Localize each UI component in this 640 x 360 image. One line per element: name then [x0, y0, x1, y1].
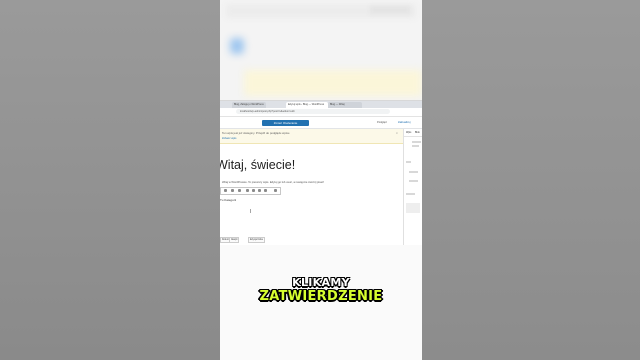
preview-button[interactable]: Podgląd	[377, 120, 387, 126]
align-icon[interactable]	[238, 189, 241, 192]
caption-line-2: ZATWIERDZENIE	[259, 289, 383, 304]
tab-block[interactable]: Blok	[415, 131, 420, 134]
italic-icon[interactable]	[252, 189, 255, 192]
link-icon[interactable]	[258, 189, 261, 192]
blurred-top-region	[220, 0, 422, 100]
tab-post[interactable]: Wpis	[406, 131, 411, 134]
notice-link[interactable]: Zobacz wpis	[222, 137, 236, 140]
breadcrumb: Dokument Akapit Edycja bloku	[220, 236, 403, 243]
notice-text: Ten wpis jest już dostępny. Przejdź do p…	[222, 131, 291, 135]
address-bar: localhost/wp-admin/post.php?post=1&actio…	[220, 108, 422, 117]
browser-window: Blog, Zaloguj o WordPress Edytuj wpis ‹ …	[220, 100, 422, 246]
blurred-background-left	[0, 0, 220, 360]
text-cursor-icon: I	[250, 209, 252, 215]
caption-line-1: KLIKAMY	[292, 276, 350, 289]
update-button[interactable]: Zaktualizuj	[398, 120, 410, 126]
close-icon[interactable]: ×	[396, 131, 398, 135]
toolbar-primary-button[interactable]: Zmień Otwieranie	[262, 120, 309, 126]
settings-sidebar: Wpis Blok	[403, 129, 422, 246]
tab-strip: Blog, Zaloguj o WordPress Edytuj wpis ‹ …	[220, 101, 422, 108]
drag-handle-icon[interactable]	[231, 189, 234, 192]
category-block[interactable]: Tu Kategorii	[220, 198, 236, 202]
paragraph-icon[interactable]	[224, 189, 227, 192]
breadcrumb-paragraph[interactable]: Akapit	[229, 237, 240, 243]
video-frame: Blog, Zaloguj o WordPress Edytuj wpis ‹ …	[220, 0, 422, 360]
blurred-background-right	[422, 0, 640, 360]
bold-icon[interactable]	[246, 189, 249, 192]
paragraph-block[interactable]: Witaj w WordPressie. To pierwszy wpis. E…	[222, 181, 324, 184]
block-toolbar	[220, 187, 281, 195]
chevron-down-icon[interactable]	[264, 189, 267, 192]
post-title[interactable]: Witaj, świecie!	[220, 158, 295, 172]
editor-notice: Ten wpis jest już dostępny. Przejdź do p…	[220, 129, 403, 144]
more-options-icon[interactable]	[274, 189, 277, 192]
url-field[interactable]: localhost/wp-admin/post.php?post=1&actio…	[236, 109, 390, 114]
breadcrumb-block-edit[interactable]: Edycja bloku	[248, 237, 266, 243]
editor-toolbar: Zmień Otwieranie Podgląd Zaktualizuj	[220, 117, 422, 129]
